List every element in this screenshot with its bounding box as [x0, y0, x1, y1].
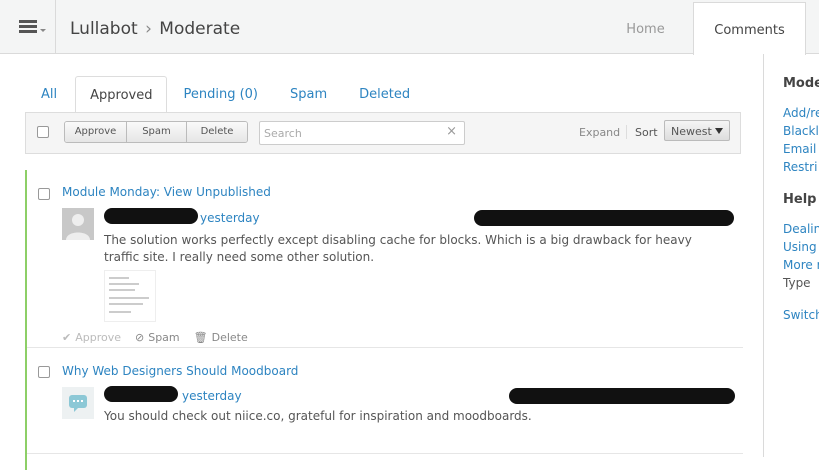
- comment-approve-action[interactable]: ✔ Approve: [62, 331, 121, 344]
- comment-list: Module Monday: View Unpublished yesterda…: [25, 170, 743, 470]
- filter-tabs: All Approved Pending (0) Spam Deleted: [25, 76, 426, 114]
- toolbar-divider: [626, 125, 627, 139]
- switch-link[interactable]: Switch: [783, 308, 819, 322]
- help-link-more[interactable]: More r: [783, 258, 819, 272]
- comment-body: You should check out niice.co, grateful …: [104, 409, 532, 423]
- breadcrumb-section: Moderate: [159, 19, 241, 39]
- comment-thumbnail: [104, 270, 156, 322]
- help-link-using[interactable]: Using: [783, 240, 817, 254]
- caret-down-icon: [715, 128, 723, 134]
- comment-thread-link[interactable]: Module Monday: View Unpublished: [62, 185, 271, 199]
- comment-spam-action[interactable]: ⊘ Spam: [135, 331, 180, 344]
- right-sidebar: Mode Add/re Blackl Email Restri Help Dea…: [763, 54, 819, 457]
- avatar: [62, 387, 94, 419]
- redacted-email: [509, 388, 735, 404]
- comment-approve-label: Approve: [75, 331, 121, 344]
- breadcrumb: Lullabot › Moderate: [70, 19, 240, 39]
- clear-search-icon[interactable]: ×: [446, 124, 457, 139]
- menu-button[interactable]: [0, 0, 56, 54]
- avatar: [62, 208, 94, 240]
- help-text-type: Type: [783, 276, 811, 290]
- sort-label: Sort: [635, 126, 658, 139]
- trash-icon: 🗑: [193, 331, 208, 344]
- comment-checkbox[interactable]: [38, 366, 50, 378]
- check-icon: ✔: [62, 331, 72, 344]
- comment-delete-action[interactable]: 🗑 Delete: [194, 331, 248, 344]
- delete-button[interactable]: Delete: [187, 122, 247, 142]
- comment-delete-label: Delete: [211, 331, 248, 344]
- comment-actions: ✔ Approve ⊘ Spam 🗑 Delete: [62, 331, 248, 344]
- sidebar-link-blacklist[interactable]: Blackl: [783, 124, 819, 138]
- comment-item: Why Web Designers Should Moodboard yeste…: [27, 350, 743, 454]
- bulk-action-buttons: Approve Spam Delete: [64, 121, 248, 143]
- top-nav: Home Comments: [598, 0, 819, 55]
- comment-checkbox[interactable]: [38, 188, 50, 200]
- redacted-author: [104, 208, 198, 224]
- top-header: Lullabot › Moderate Home Comments: [0, 0, 819, 55]
- filter-tab-spam[interactable]: Spam: [274, 76, 343, 114]
- comment-time-link[interactable]: yesterday: [200, 211, 260, 225]
- redacted-email: [474, 210, 734, 226]
- moderate-heading: Mode: [783, 76, 819, 91]
- comment-time-link[interactable]: yesterday: [182, 389, 242, 403]
- search-input[interactable]: Search ×: [259, 121, 465, 145]
- sort-value: Newest: [671, 125, 712, 138]
- help-heading: Help: [783, 192, 817, 207]
- filter-tab-deleted[interactable]: Deleted: [343, 76, 426, 114]
- filter-tab-pending[interactable]: Pending (0): [167, 76, 274, 114]
- search-placeholder: Search: [264, 127, 302, 140]
- spam-button[interactable]: Spam: [127, 122, 187, 142]
- breadcrumb-site[interactable]: Lullabot: [70, 19, 138, 39]
- filter-tab-all[interactable]: All: [25, 76, 75, 114]
- sort-select[interactable]: Newest: [664, 120, 730, 141]
- hamburger-icon: [18, 20, 37, 34]
- help-link-dealing[interactable]: Dealin: [783, 222, 819, 236]
- chevron-down-icon: [40, 29, 46, 32]
- expand-link[interactable]: Expand: [579, 126, 620, 139]
- comment-spam-label: Spam: [148, 331, 180, 344]
- breadcrumb-separator: ›: [145, 19, 152, 39]
- approve-button[interactable]: Approve: [65, 122, 127, 142]
- sidebar-link-add[interactable]: Add/re: [783, 106, 819, 120]
- redacted-author: [104, 386, 178, 402]
- sidebar-link-email[interactable]: Email: [783, 142, 816, 156]
- comment-body: The solution works perfectly except disa…: [104, 233, 692, 264]
- comment-thread-link[interactable]: Why Web Designers Should Moodboard: [62, 364, 298, 378]
- moderation-toolbar: Approve Spam Delete Search × Expand Sort…: [25, 112, 741, 154]
- tab-home[interactable]: Home: [598, 0, 693, 54]
- tab-comments[interactable]: Comments: [693, 2, 806, 55]
- comment-item: Module Monday: View Unpublished yesterda…: [27, 170, 743, 348]
- filter-tab-approved[interactable]: Approved: [75, 76, 168, 114]
- sidebar-link-restrict[interactable]: Restri: [783, 160, 817, 174]
- ban-icon: ⊘: [135, 331, 145, 344]
- select-all-checkbox[interactable]: [37, 126, 49, 138]
